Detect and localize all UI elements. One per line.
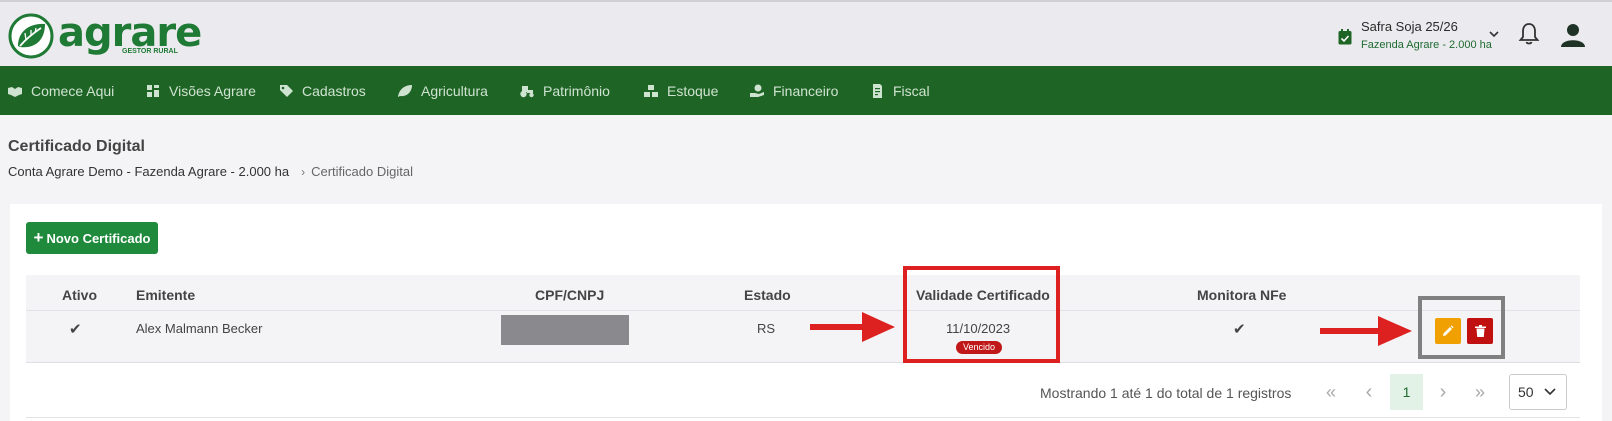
nav-label: Estoque [667, 82, 719, 99]
leaf-logo-icon [8, 13, 54, 59]
new-certificate-button[interactable]: + Novo Certificado [26, 222, 158, 254]
page-title: Certificado Digital [8, 138, 145, 155]
nav-label: Agricultura [421, 82, 488, 99]
nav-label: Visões Agrare [169, 82, 256, 99]
season-selector[interactable]: Safra Soja 25/26 Fazenda Agrare - 2.000 … [1338, 19, 1492, 53]
column-header-monitora-nfe[interactable]: Monitora NFe [1197, 287, 1286, 303]
nav-label: Patrimônio [543, 82, 610, 99]
main-nav: Comece Aqui Visões Agrare Cadastros Agri… [0, 66, 1612, 115]
nav-agricultura[interactable]: Agricultura [397, 83, 519, 99]
nav-financeiro[interactable]: Financeiro [749, 83, 869, 99]
tag-icon [280, 84, 293, 97]
chevron-down-icon[interactable] [1489, 30, 1499, 38]
calendar-check-icon [1338, 29, 1352, 45]
divider [26, 417, 1580, 418]
nav-cadastros[interactable]: Cadastros [278, 83, 397, 99]
nav-patrimonio[interactable]: Patrimônio [519, 83, 643, 99]
breadcrumb-account-link[interactable]: Conta Agrare Demo - Fazenda Agrare - 2.0… [8, 164, 289, 179]
next-page-button[interactable]: › [1430, 374, 1456, 410]
page-1-button[interactable]: 1 [1390, 374, 1423, 410]
column-header-cpf-cnpj[interactable]: CPF/CNPJ [535, 287, 604, 303]
handshake-icon [8, 86, 22, 97]
cpf-cnpj-redacted [501, 315, 629, 345]
agrare-logo[interactable]: agrare GESTOR RURAL [8, 10, 202, 59]
breadcrumb-current: Certificado Digital [311, 164, 413, 179]
nav-fiscal[interactable]: Fiscal [869, 83, 959, 99]
pagination-summary: Mostrando 1 até 1 do total de 1 registro… [1040, 385, 1292, 401]
nav-estoque[interactable]: Estoque [643, 83, 749, 99]
nav-comece-aqui[interactable]: Comece Aqui [7, 83, 145, 99]
chevron-down-icon [1544, 388, 1556, 396]
invoice-icon [873, 83, 882, 98]
logo-tagline: GESTOR RURAL [122, 48, 178, 55]
season-name: Safra Soja 25/26 [1361, 19, 1458, 34]
top-header: agrare GESTOR RURAL Safra Soja 25/26 Faz… [0, 0, 1612, 66]
first-page-button[interactable]: « [1318, 374, 1344, 410]
red-arrow-icon [1320, 316, 1412, 346]
column-header-emitente[interactable]: Emitente [136, 287, 195, 303]
breadcrumb: Conta Agrare Demo - Fazenda Agrare - 2.0… [8, 164, 413, 179]
ativo-check-icon: ✔ [69, 321, 82, 338]
notification-bell-icon[interactable] [1518, 22, 1540, 46]
nav-label: Comece Aqui [31, 82, 115, 99]
estado-cell: RS [757, 321, 776, 336]
money-hand-icon [750, 84, 764, 97]
actions-highlight-box [1418, 296, 1505, 359]
tractor-icon [520, 85, 534, 97]
logo-wordmark: agrare [58, 10, 202, 56]
nav-visoes-agrare[interactable]: Visões Agrare [145, 83, 278, 99]
breadcrumb-chevron-icon: › [301, 164, 306, 179]
dashboard-icon [147, 84, 159, 97]
nav-label: Financeiro [773, 82, 839, 99]
last-page-button[interactable]: » [1467, 374, 1493, 410]
per-page-value: 50 [1518, 384, 1534, 400]
validity-highlight-box [903, 266, 1060, 363]
user-avatar-icon[interactable] [1561, 23, 1585, 47]
table-header: Ativo Emitente CPF/CNPJ Estado Validade … [26, 275, 1580, 311]
column-header-estado[interactable]: Estado [744, 287, 791, 303]
nav-label: Cadastros [302, 82, 366, 99]
boxes-icon [644, 84, 658, 97]
nav-label: Fiscal [893, 82, 930, 99]
leaf-icon [398, 84, 412, 97]
monitora-check-icon: ✔ [1233, 321, 1246, 338]
red-arrow-icon [810, 312, 895, 342]
per-page-select[interactable]: 50 [1509, 374, 1567, 410]
emitente-cell: Alex Malmann Becker [136, 321, 263, 336]
column-header-ativo[interactable]: Ativo [62, 287, 97, 303]
plus-icon: + [33, 228, 44, 247]
new-certificate-label: Novo Certificado [46, 230, 151, 246]
prev-page-button[interactable]: ‹ [1356, 374, 1382, 410]
farm-name: Fazenda Agrare - 2.000 ha [1361, 39, 1492, 51]
